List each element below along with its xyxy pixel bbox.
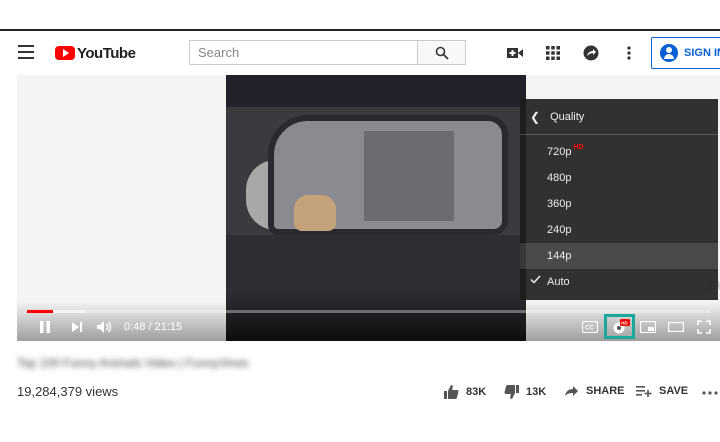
apps-button[interactable] [543,43,563,63]
miniplayer-icon [640,321,656,333]
check-icon [530,275,541,284]
top-border-line [0,29,720,31]
skip-next-icon [72,322,82,332]
logo-text: YouTube [77,44,136,62]
cat-image [294,195,336,231]
like-button[interactable]: 83K [444,385,486,399]
video-title: Top 100 Funny Animals Video | FunnyVines [17,356,249,370]
quality-menu: ❮ Quality 720p HD 480p 360p 240p 144p Aut… [520,99,718,300]
next-button[interactable] [69,318,85,336]
video-camera-icon [507,48,523,58]
theater-mode-button[interactable] [667,318,685,336]
quality-option-label: Auto [547,276,570,288]
youtube-play-icon [55,46,75,60]
save-button[interactable]: SAVE [636,385,688,397]
quality-option-144p[interactable]: 144p [520,243,718,269]
quality-menu-header[interactable]: ❮ Quality [520,99,718,135]
quality-option-label: 144p [547,250,572,262]
account-icon [660,44,678,62]
progress-bar[interactable] [27,310,710,313]
share-icon [583,45,599,61]
played-bar [27,310,53,313]
masthead: YouTube SIGN IN [0,33,720,73]
miniplayer-button[interactable] [639,318,657,336]
like-count: 83K [466,386,487,398]
quality-option-label: 360p [547,198,572,210]
pause-icon [40,321,50,333]
more-actions-button[interactable] [702,391,720,395]
more-horiz-icon [702,391,718,395]
svg-text:CC: CC [585,326,594,332]
quality-option-480p[interactable]: 480p [520,165,718,191]
search-button[interactable] [417,40,466,65]
share-arrow-icon [565,386,578,396]
search-icon [435,46,449,60]
sign-in-button[interactable]: SIGN IN [651,37,720,69]
pause-button[interactable] [37,318,53,336]
captions-button[interactable]: CC [581,318,599,336]
quality-option-240p[interactable]: 240p [520,217,718,243]
thumbs-up-icon [444,385,459,399]
quality-option-720p[interactable]: 720p HD [520,139,718,165]
save-label: SAVE [659,385,689,397]
share-label: SHARE [586,385,625,397]
search-input[interactable] [190,41,418,64]
theater-icon [668,322,684,332]
dislike-count: 13K [526,386,547,398]
volume-icon [97,321,112,333]
quality-option-auto[interactable]: Auto [520,269,718,295]
captions-icon: CC [582,321,598,333]
playlist-add-icon [636,386,652,397]
messages-button[interactable] [581,43,601,63]
apps-grid-icon [546,46,560,60]
quality-option-label: 240p [547,224,572,236]
quality-option-360p[interactable]: 360p [520,191,718,217]
time-display: 0:48 / 21:15 [124,321,183,333]
more-vert-icon [627,46,631,60]
hd-badge: HD [573,143,584,151]
share-button[interactable]: SHARE [564,385,625,397]
settings-more-button[interactable] [619,43,639,63]
quality-menu-title: Quality [550,110,585,123]
chevron-left-icon: ❮ [530,109,541,124]
quality-option-label: 480p [547,172,572,184]
fullscreen-icon [697,320,711,334]
youtube-logo[interactable]: YouTube [55,43,136,63]
search-box [189,40,418,65]
view-count: 19,284,379 views [17,384,119,399]
fullscreen-button[interactable] [695,318,713,336]
thumbs-down-icon [504,385,519,399]
create-video-button[interactable] [505,43,525,63]
settings-button-highlight [604,314,635,339]
quality-option-label: 720p [547,146,572,158]
sign-in-label: SIGN IN [684,47,720,59]
dislike-button[interactable]: 13K [504,385,546,399]
volume-button[interactable] [95,318,115,336]
menu-icon[interactable] [18,45,34,59]
